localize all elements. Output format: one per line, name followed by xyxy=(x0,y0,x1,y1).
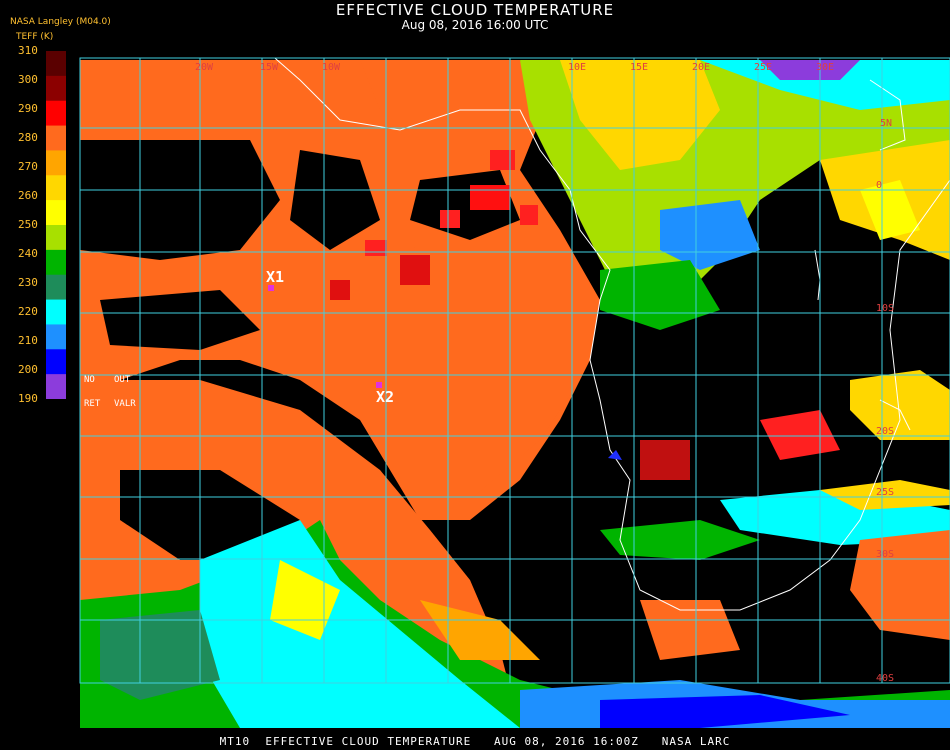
colorbar-tick-label: 310 xyxy=(18,44,38,57)
lon-label-20w: 20W xyxy=(195,62,214,73)
colorbar-swatch xyxy=(46,200,66,226)
colorbar-swatch xyxy=(46,75,66,102)
colorbar-swatch xyxy=(46,125,66,151)
map-title: EFFECTIVE CLOUD TEMPERATURE xyxy=(335,1,615,19)
colorbar-tick-label: 260 xyxy=(18,189,38,202)
colorbar-swatch xyxy=(46,100,66,127)
colorbar-tick-label: 220 xyxy=(18,305,38,318)
colorbar-swatches xyxy=(46,51,66,399)
legend-code-out: OUT xyxy=(114,375,131,385)
cloud-temperature-map: 20W 15W 10W 10E 15E 20E 25E 30E 5N 0 10S… xyxy=(79,57,950,728)
colorbar-swatch xyxy=(46,324,66,350)
colorbar-swatch xyxy=(46,349,66,375)
lon-label-10w: 10W xyxy=(322,62,341,73)
colorbar-tick-label: 250 xyxy=(18,218,38,231)
colorbar-tick-label: 300 xyxy=(18,73,38,86)
lon-label-20e: 20E xyxy=(692,62,710,73)
lon-label-25e: 25E xyxy=(754,62,772,73)
colorbar-swatch xyxy=(46,274,66,301)
lon-label-10e: 10E xyxy=(568,62,586,73)
legend-code-ret: RET xyxy=(84,399,101,409)
lat-label-5n: 5N xyxy=(880,118,892,129)
colorbar-swatch xyxy=(46,150,66,176)
source-label: NASA Langley (M04.0) xyxy=(10,17,111,27)
colorbar-tick-label: 190 xyxy=(18,392,38,405)
colorbar-swatch xyxy=(46,374,66,399)
lon-label-15e: 15E xyxy=(630,62,648,73)
colorbar-swatch xyxy=(46,249,66,276)
colorbar-tick-label: 270 xyxy=(18,160,38,173)
colorbar-swatch xyxy=(46,225,66,251)
lon-label-30e: 30E xyxy=(816,62,834,73)
lat-label-0: 0 xyxy=(876,180,882,191)
colorbar-tick-label: 240 xyxy=(18,247,38,260)
colorbar-tick-label: 230 xyxy=(18,276,38,289)
colorbar-swatch xyxy=(46,175,66,201)
lat-label-25s: 25S xyxy=(876,487,894,498)
lat-label-40s: 40S xyxy=(876,673,894,684)
colorbar-tick-label: 290 xyxy=(18,102,38,115)
map-subtitle: Aug 08, 2016 16:00 UTC xyxy=(401,18,549,32)
colorbar-tick-label: 200 xyxy=(18,363,38,376)
units-label: TEFF (K) xyxy=(16,32,54,42)
lat-label-30s: 30S xyxy=(876,549,894,560)
legend-code-no: NO xyxy=(84,375,95,385)
lat-label-20s: 20S xyxy=(876,426,894,437)
footer-caption: MT10 EFFECTIVE CLOUD TEMPERATURE AUG 08,… xyxy=(219,735,731,748)
colorbar-tick-label: 280 xyxy=(18,131,38,144)
lat-label-10s: 10S xyxy=(876,303,894,314)
marker-x2-label: X2 xyxy=(376,388,395,406)
marker-x1-label: X1 xyxy=(266,268,285,286)
legend-code-valr: VALR xyxy=(114,399,136,409)
colorbar-swatch xyxy=(46,51,66,77)
colorbar-swatch xyxy=(46,299,66,325)
colorbar-tick-label: 210 xyxy=(18,334,38,347)
lon-label-15w: 15W xyxy=(260,62,279,73)
